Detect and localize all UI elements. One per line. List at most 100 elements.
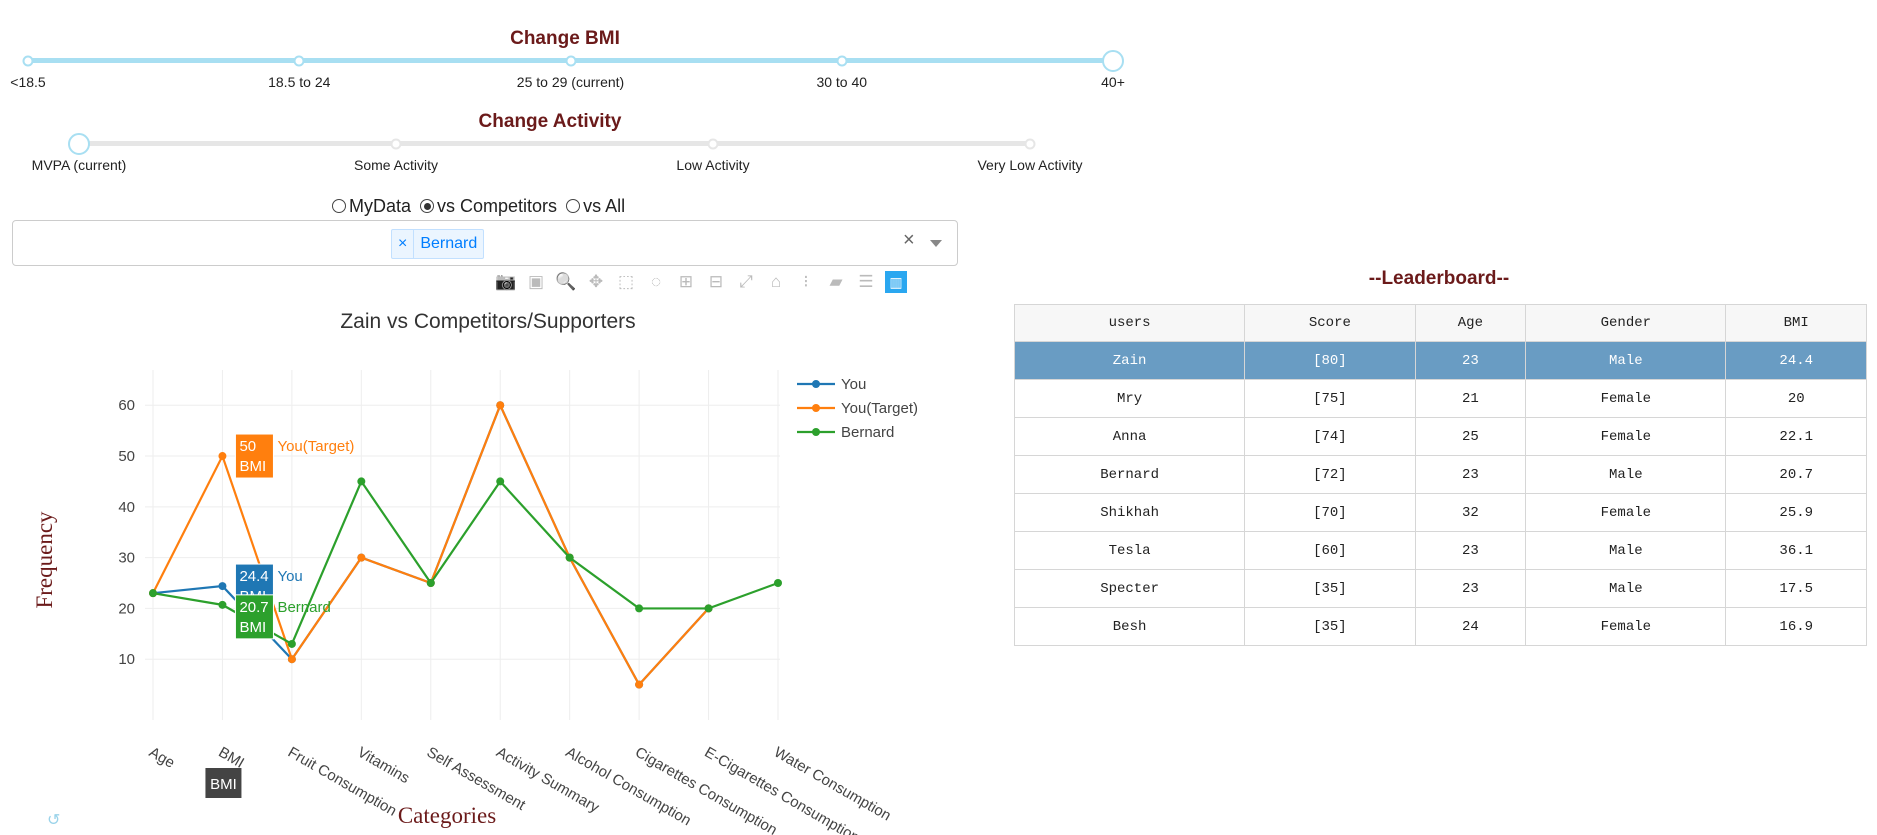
table-header-row: users Score Age Gender BMI xyxy=(1013,304,1867,342)
table-cell: Mry xyxy=(1013,379,1246,418)
hover-label-category: BMI xyxy=(239,619,266,636)
legend-label: You(Target) xyxy=(841,400,918,417)
column-header-users[interactable]: users xyxy=(1013,304,1246,342)
table-cell: 25 xyxy=(1414,417,1527,456)
x-tick-label: Age xyxy=(146,744,178,772)
hover-label-value: 20.7 xyxy=(239,599,268,616)
selected-chip-bernard: × Bernard xyxy=(391,229,485,259)
compare-mode-radio-group: MyData vs Competitors vs All xyxy=(332,194,630,218)
table-cell: 23 xyxy=(1414,569,1527,608)
activity-slider[interactable]: MVPA (current) Some Activity Low Activity V… xyxy=(0,132,1130,193)
column-header-bmi[interactable]: BMI xyxy=(1725,304,1867,342)
table-cell: Female xyxy=(1525,379,1727,418)
radio-button[interactable] xyxy=(566,199,581,213)
legend-label: You xyxy=(841,376,866,393)
data-point xyxy=(218,582,227,591)
table-cell: Male xyxy=(1525,455,1727,494)
bmi-tick-dot[interactable] xyxy=(565,55,576,66)
table-cell: Bernard xyxy=(1013,455,1246,494)
data-point xyxy=(774,579,782,588)
table-cell: Male xyxy=(1525,341,1727,380)
comparison-chart: Zain vs Competitors/Supporters 10 20 30 40 50… xyxy=(32,310,918,835)
table-cell: 16.9 xyxy=(1725,607,1867,646)
activity-tick-label: Some Activity xyxy=(353,157,439,173)
table-cell: 32 xyxy=(1414,493,1527,532)
table-cell: 24 xyxy=(1414,607,1527,646)
x-axis-label: Categories xyxy=(398,803,496,828)
table-row[interactable]: Zain [80] 23 Male 24.4 xyxy=(1013,341,1867,380)
bmi-tick-label: 18.5 to 24 xyxy=(268,74,331,90)
table-cell: [35] xyxy=(1244,607,1416,646)
bmi-tick-label: 30 to 40 xyxy=(816,74,868,90)
data-point xyxy=(496,401,505,410)
data-point xyxy=(218,600,227,609)
bmi-tick-dot[interactable] xyxy=(293,55,305,66)
activity-tick-dot[interactable] xyxy=(1024,138,1036,149)
radio-button[interactable] xyxy=(420,199,435,213)
x-tick-label: Alcohol Consumption xyxy=(563,744,694,830)
hover-label-value: 24.4 xyxy=(239,568,268,585)
table-cell: Male xyxy=(1525,569,1727,608)
table-row[interactable]: Mry [75] 21 Female 20 xyxy=(1013,379,1867,418)
activity-tick-dot[interactable] xyxy=(707,138,719,149)
radio-option-mydata[interactable]: MyData xyxy=(332,196,411,217)
data-point xyxy=(287,655,296,664)
x-tick-label: Water Consumption xyxy=(771,744,894,825)
y-tick-label: 30 xyxy=(118,550,135,567)
table-row[interactable]: Shikhah [70] 32 Female 25.9 xyxy=(1013,493,1867,532)
table-cell: 21 xyxy=(1414,379,1527,418)
table-cell: 20.7 xyxy=(1725,455,1867,494)
activity-tick-label: MVPA (current) xyxy=(31,157,127,173)
table-cell: [80] xyxy=(1244,341,1416,380)
table-cell: [75] xyxy=(1244,379,1416,418)
y-axis-label: Frequency xyxy=(32,511,57,609)
table-row[interactable]: Bernard [72] 23 Male 20.7 xyxy=(1013,455,1867,494)
radio-button[interactable] xyxy=(332,199,346,213)
table-row[interactable]: Specter [35] 23 Male 17.5 xyxy=(1013,569,1867,608)
undo-icon[interactable]: ↺ xyxy=(47,810,60,830)
leaderboard-table: users Score Age Gender BMI Zain [80] 23 Male 24.4… xyxy=(1013,304,1867,646)
activity-tick-label: Low Activity xyxy=(676,157,750,173)
column-header-age[interactable]: Age xyxy=(1414,304,1527,342)
table-cell: Zain xyxy=(1013,341,1246,380)
activity-slider-title: Change Activity xyxy=(478,111,622,132)
table-cell: 25.9 xyxy=(1725,493,1867,532)
table-row[interactable]: Anna [74] 25 Female 22.1 xyxy=(1013,417,1867,456)
column-header-score[interactable]: Score xyxy=(1244,304,1416,342)
bmi-slider-handle[interactable] xyxy=(1102,49,1124,72)
radio-label: MyData xyxy=(349,195,412,216)
activity-track[interactable] xyxy=(79,141,1030,146)
chart-title: Zain vs Competitors/Supporters xyxy=(340,310,635,333)
table-cell: [74] xyxy=(1244,417,1416,456)
activity-tick-dot[interactable] xyxy=(390,138,402,149)
legend-marker xyxy=(812,404,820,412)
table-row[interactable]: Tesla [60] 23 Male 36.1 xyxy=(1013,531,1867,570)
column-header-gender[interactable]: Gender xyxy=(1525,304,1727,342)
table-cell: Female xyxy=(1525,493,1727,532)
competitor-select[interactable]: × Bernard × xyxy=(12,220,958,266)
data-point xyxy=(426,579,435,588)
chip-remove-icon[interactable]: × xyxy=(392,230,415,258)
y-tick-label: 10 xyxy=(118,651,135,668)
table-cell: 24.4 xyxy=(1725,341,1867,380)
activity-slider-handle[interactable] xyxy=(68,132,90,155)
data-point xyxy=(635,604,644,613)
bmi-tick-dot[interactable] xyxy=(836,55,848,66)
bmi-slider[interactable]: <18.5 18.5 to 24 25 to 29 (current) 30 to 4… xyxy=(0,49,1130,110)
table-row[interactable]: Besh [35] 24 Female 16.9 xyxy=(1013,607,1867,646)
table-cell: Male xyxy=(1525,531,1727,570)
activity-tick-label: Very Low Activity xyxy=(977,157,1083,173)
clear-selection-icon[interactable]: × xyxy=(903,229,915,252)
bmi-tick-dot[interactable] xyxy=(22,55,34,66)
table-cell: 36.1 xyxy=(1725,531,1867,570)
hover-label-series-name: You xyxy=(277,568,302,585)
data-point xyxy=(704,604,713,613)
chevron-down-icon[interactable] xyxy=(930,240,942,247)
radio-option-vs-competitors[interactable]: vs Competitors xyxy=(420,196,557,217)
x-tick-label: Vitamins xyxy=(354,744,412,787)
radio-option-vs-all[interactable]: vs All xyxy=(566,196,625,217)
table-cell: 20 xyxy=(1725,379,1867,418)
table-cell: 17.5 xyxy=(1725,569,1867,608)
data-point xyxy=(287,639,296,648)
radio-label: vs Competitors xyxy=(437,195,558,216)
